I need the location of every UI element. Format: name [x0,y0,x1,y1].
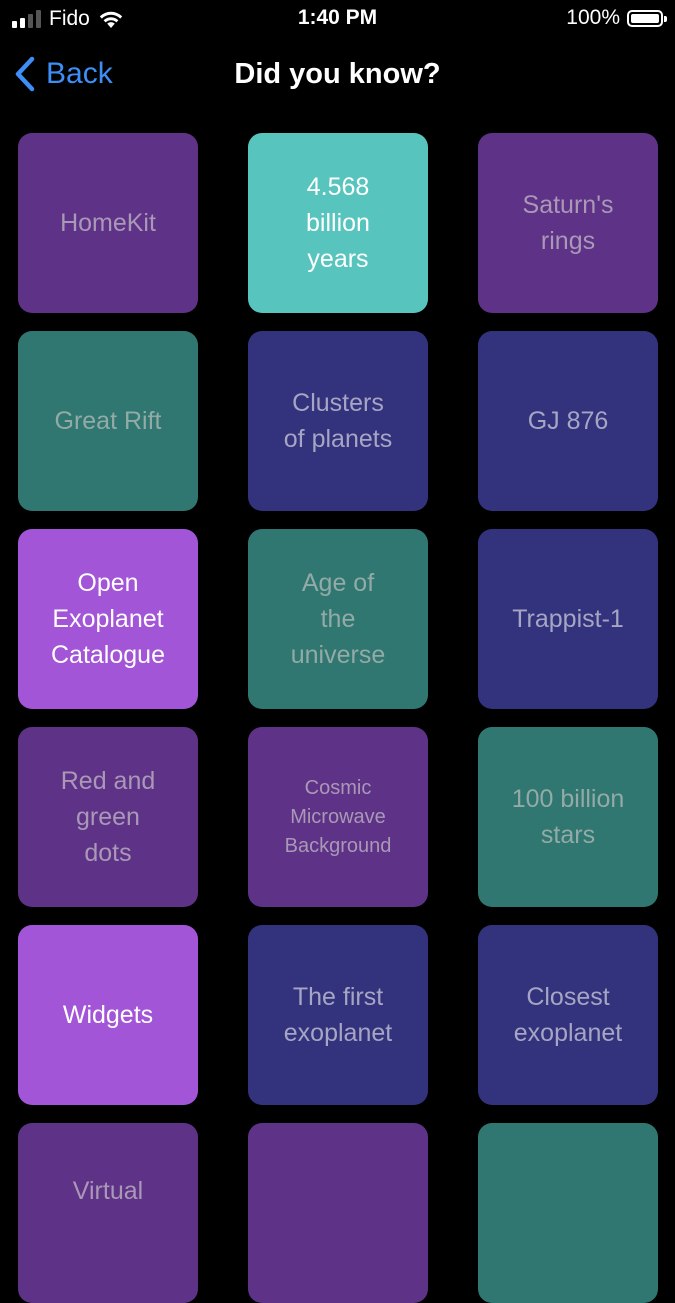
tile-the-first-exoplanet[interactable]: The first exoplanet [248,925,428,1105]
tile-clusters-of-planets[interactable]: Clusters of planets [248,331,428,511]
tile-saturns-rings[interactable]: Saturn's rings [478,133,658,313]
tile-partially-visible[interactable] [478,1123,658,1303]
fact-grid: HomeKit 4.568 billion years Saturn's rin… [18,133,658,1303]
tile-red-and-green-dots[interactable]: Red and green dots [18,727,198,907]
tile-widgets[interactable]: Widgets [18,925,198,1105]
tile-partially-visible[interactable] [248,1123,428,1303]
tile-trappist-1[interactable]: Trappist-1 [478,529,658,709]
tile-100-billion-stars[interactable]: 100 billion stars [478,727,658,907]
battery-icon [627,9,667,27]
tile-age-of-the-universe[interactable]: Age of the universe [248,529,428,709]
tile-cosmic-microwave-background[interactable]: Cosmic Microwave Background [248,727,428,907]
tile-open-exoplanet-catalogue[interactable]: Open Exoplanet Catalogue [18,529,198,709]
tile-virtual[interactable]: Virtual [18,1123,198,1303]
tile-great-rift[interactable]: Great Rift [18,331,198,511]
navigation-bar: Back Did you know? [0,38,675,114]
page-title: Did you know? [234,58,441,90]
status-bar: Fido 1:40 PM 100% [0,0,675,38]
tile-homekit[interactable]: HomeKit [18,133,198,313]
tile-gj-876[interactable]: GJ 876 [478,331,658,511]
tile-closest-exoplanet[interactable]: Closest exoplanet [478,925,658,1105]
battery-percentage: 100% [566,6,620,29]
status-right: 100% [566,6,667,30]
tile-4568-billion-years[interactable]: 4.568 billion years [248,133,428,313]
